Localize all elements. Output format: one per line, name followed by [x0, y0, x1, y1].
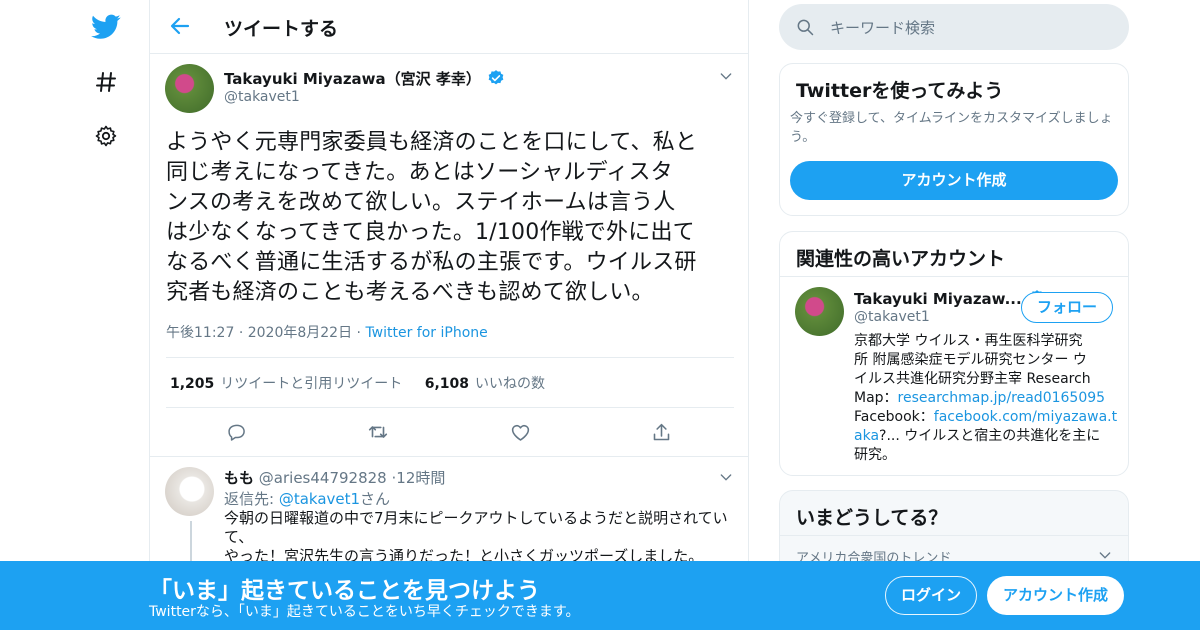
signup-button[interactable]: アカウント作成 — [987, 576, 1124, 615]
author-name-text: Takayuki Miyazawa（宮沢 孝幸） — [224, 70, 481, 88]
bio-text: Facebook： — [854, 409, 934, 425]
signup-desc-line: う。 — [790, 130, 816, 145]
tweet-text-line: は少なくなってきて良かった。1/100作戦で外に出て — [166, 220, 695, 245]
signup-card-title: Twitterを使ってみよう — [796, 80, 1004, 102]
reply-to: 返信先: @takavet1さん — [224, 488, 390, 509]
avatar[interactable] — [165, 467, 214, 516]
tweet-text-line: 同じ考えになってきた。あとはソーシャルディスタ — [166, 160, 673, 185]
bio-line: Facebook：facebook.com/miyazawa.t — [854, 408, 1122, 427]
facebook-link[interactable]: aka — [854, 428, 879, 444]
meta-dot: · — [356, 325, 361, 341]
reply-header: もも @aries44792828 ·12時間 — [224, 467, 445, 488]
related-name-text: Takayuki Miyazaw... — [854, 290, 1022, 308]
verified-badge-icon — [487, 69, 505, 91]
tweet-date[interactable]: 2020年8月22日 — [248, 325, 352, 341]
related-account-bio: 京都大学 ウイルス・再生医科学研究 所 附属感染症モデル研究センター ウ イルス… — [854, 332, 1122, 465]
related-card-title: 関連性の高いアカウント — [796, 248, 1006, 270]
search-bar[interactable]: キーワード検索 — [779, 4, 1129, 50]
reply-text: 今朝の日曜報道の中で7月末にピークアウトしているようだと説明されてい て、 やっ… — [224, 509, 734, 566]
signup-banner: 「いま」起きていることを見つけよう Twitterなら、「いま」起きていることを… — [0, 561, 1200, 630]
reply-icon — [228, 424, 245, 441]
tweet-meta: 午後11:27 · 2020年8月22日 · Twitter for iPhon… — [166, 322, 488, 342]
tweet-text-line: ンスの考えを改めて欲しい。ステイホームは言う人 — [166, 190, 676, 215]
tweet-stats: 1,205 リツイートと引用リツイート 6,108 いいねの数 — [170, 373, 563, 393]
signup-desc-line: 今すぐ登録して、タイムラインをカスタマイズしましょ — [790, 111, 1113, 126]
heart-icon — [511, 424, 529, 441]
bio-line: 京都大学 ウイルス・再生医科学研究 — [854, 333, 1083, 349]
like-label: いいねの数 — [475, 376, 546, 392]
hashtag-icon[interactable] — [88, 64, 124, 100]
avatar[interactable] — [165, 64, 214, 113]
signup-card: Twitterを使ってみよう 今すぐ登録して、タイムラインをカスタマイズしましょ… — [779, 63, 1129, 216]
bio-text: ?... ウイルスと宿主の共進化を主に — [879, 428, 1101, 444]
like-count: 6,108 — [424, 376, 470, 392]
share-icon — [653, 423, 669, 440]
facebook-link[interactable]: facebook.com/miyazawa.t — [934, 409, 1117, 425]
chevron-down-icon[interactable] — [718, 469, 734, 489]
reply-text-line: て、 — [224, 528, 254, 546]
author-name[interactable]: Takayuki Miyazawa（宮沢 孝幸） — [224, 68, 505, 91]
divider — [166, 357, 734, 358]
reply-author-handle[interactable]: @aries44792828 — [259, 469, 387, 487]
tweet-text: ようやく元専門家委員も経済のことを口にして、私と 同じ考えになってきた。あとはソ… — [166, 128, 738, 308]
like-stat[interactable]: 6,108 いいねの数 — [425, 376, 563, 392]
signup-card-desc: 今すぐ登録して、タイムラインをカスタマイズしましょ う。 — [790, 109, 1126, 147]
tweet-time[interactable]: 午後11:27 — [166, 325, 234, 341]
related-account-handle[interactable]: @takavet1 — [854, 309, 930, 325]
tweet-source-link[interactable]: Twitter for iPhone — [365, 325, 487, 341]
reply-button[interactable] — [225, 420, 249, 444]
divider — [166, 407, 734, 408]
retweet-icon — [368, 426, 388, 438]
bio-text: Map： — [854, 390, 898, 406]
meta-dot: · — [238, 325, 244, 341]
search-icon — [797, 19, 814, 36]
follow-button[interactable]: フォロー — [1021, 292, 1113, 323]
bio-line: 研究。 — [854, 447, 896, 463]
bio-line: イルス共進化研究分野主宰 Research — [854, 371, 1091, 387]
retweet-button[interactable] — [366, 420, 390, 444]
tweet-text-line: 究者も経済のことも考えるべきも認めて欲しい。 — [166, 280, 654, 305]
create-account-button[interactable]: アカウント作成 — [790, 161, 1118, 200]
banner-headline: 「いま」起きていることを見つけよう — [149, 578, 540, 604]
trends-card-title: いまどうしてる？ — [796, 507, 948, 529]
related-accounts-card: 関連性の高いアカウント Takayuki Miyazaw... @takavet… — [779, 231, 1129, 476]
tweet-text-line: ようやく元専門家委員も経済のことを口にして、私と — [166, 130, 698, 155]
related-account-name[interactable]: Takayuki Miyazaw... — [854, 289, 1046, 311]
search-input[interactable]: キーワード検索 — [830, 17, 935, 38]
reply-time[interactable]: 12時間 — [396, 469, 445, 487]
share-button[interactable] — [649, 420, 673, 444]
retweet-count: 1,205 — [170, 376, 215, 392]
arrow-left-icon — [170, 17, 190, 35]
retweet-label: リツイートと引用リツイート — [220, 376, 403, 392]
main-column: ツイートする Takayuki Miyazawa（宮沢 孝幸） @takavet… — [149, 0, 749, 630]
back-button[interactable] — [168, 14, 192, 42]
reply-author-name[interactable]: もも — [224, 469, 254, 487]
page-header: ツイートする — [150, 0, 749, 54]
banner-subtext: Twitterなら、「いま」起きていることをいち早くチェックできます。 — [149, 604, 580, 620]
gear-icon[interactable] — [88, 118, 124, 154]
researchmap-link[interactable]: researchmap.jp/read0165095 — [898, 390, 1106, 406]
reply-to-prefix: 返信先: — [224, 490, 279, 508]
divider — [780, 535, 1128, 536]
reply-to-handle[interactable]: @takavet1 — [279, 490, 360, 508]
like-button[interactable] — [508, 420, 532, 444]
divider — [780, 276, 1128, 277]
avatar[interactable] — [795, 287, 844, 336]
author-handle[interactable]: @takavet1 — [224, 89, 300, 105]
bio-line: 所 附属感染症モデル研究センター ウ — [854, 352, 1087, 368]
tweet-text-line: なるべく普通に生活するが私の主張です。ウイルス研 — [166, 250, 697, 275]
bio-line: aka?... ウイルスと宿主の共進化を主に — [854, 427, 1122, 446]
reply-to-suffix: さん — [360, 490, 391, 508]
bio-line: Map：researchmap.jp/read0165095 — [854, 389, 1122, 408]
chevron-down-icon[interactable] — [718, 68, 734, 88]
retweet-stat[interactable]: 1,205 リツイートと引用リツイート — [170, 376, 420, 392]
reply-text-line: 今朝の日曜報道の中で7月末にピークアウトしているようだと説明されてい — [224, 509, 728, 527]
login-button[interactable]: ログイン — [885, 576, 977, 615]
twitter-bird-icon[interactable] — [88, 9, 124, 45]
page-title: ツイートする — [224, 18, 339, 40]
